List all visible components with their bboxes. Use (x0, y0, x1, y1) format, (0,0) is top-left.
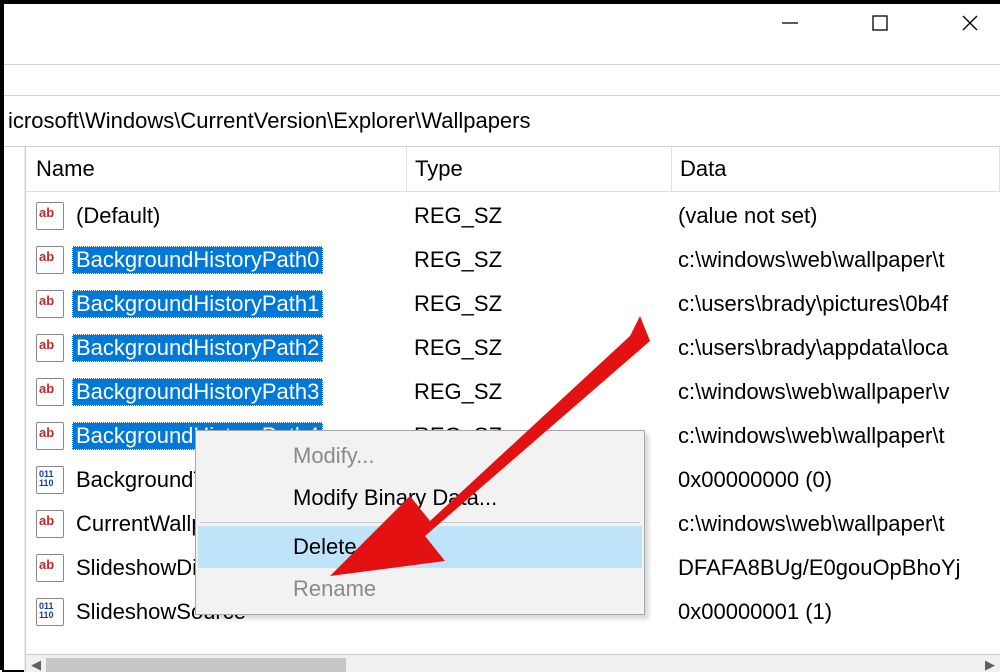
close-icon (961, 14, 979, 32)
value-data: DFAFA8BUg/E0gouOpBhoYj (670, 555, 1000, 581)
binary-value-icon (36, 598, 64, 626)
string-value-icon (36, 554, 64, 582)
value-type: REG_SZ (406, 335, 670, 361)
scroll-track[interactable] (46, 655, 980, 672)
string-value-icon (36, 378, 64, 406)
context-menu-modify-binary[interactable]: Modify Binary Data... (198, 477, 642, 519)
registry-value-row[interactable]: BackgroundHistoryPath1 REG_SZc:\users\bra… (26, 282, 1000, 326)
value-data: c:\users\brady\appdata\loca (670, 335, 1000, 361)
tree-sidebar[interactable] (4, 147, 25, 672)
window-minimize-button[interactable] (760, 4, 820, 42)
value-type: REG_SZ (406, 379, 670, 405)
column-headers: Name Type Data (26, 147, 1000, 192)
context-menu-rename[interactable]: Rename (198, 568, 642, 610)
value-name: BackgroundHistoryPath2 (72, 334, 323, 362)
context-menu-delete[interactable]: Delete (198, 526, 642, 568)
value-type: REG_SZ (406, 247, 670, 273)
value-name: BackgroundHistoryPath0 (72, 246, 323, 274)
context-menu-separator (200, 522, 640, 523)
value-data: c:\windows\web\wallpaper\t (670, 247, 1000, 273)
string-value-icon (36, 246, 64, 274)
window-close-button[interactable] (940, 4, 1000, 42)
scroll-right-button[interactable]: ▶ (980, 655, 1000, 672)
registry-value-row[interactable]: BackgroundHistoryPath0 REG_SZc:\windows\w… (26, 238, 1000, 282)
window-title-bar (4, 4, 1000, 65)
window-maximize-button[interactable] (850, 4, 910, 42)
column-header-type[interactable]: Type (407, 147, 672, 191)
registry-value-row[interactable]: BackgroundHistoryPath2 REG_SZc:\users\bra… (26, 326, 1000, 370)
context-menu-modify[interactable]: Modify... (198, 435, 642, 477)
value-name: BackgroundHistoryPath1 (72, 290, 323, 318)
registry-value-row[interactable]: (Default) REG_SZ(value not set) (26, 194, 1000, 238)
value-data: c:\windows\web\wallpaper\t (670, 423, 1000, 449)
registry-value-row[interactable]: BackgroundHistoryPath3 REG_SZc:\windows\w… (26, 370, 1000, 414)
value-data: (value not set) (670, 203, 1000, 229)
column-header-data[interactable]: Data (672, 147, 1000, 191)
string-value-icon (36, 334, 64, 362)
value-type: REG_SZ (406, 203, 670, 229)
horizontal-scrollbar[interactable]: ◀ ▶ (26, 654, 1000, 672)
value-type: REG_SZ (406, 291, 670, 317)
address-bar-path: icrosoft\Windows\CurrentVersion\Explorer… (8, 108, 531, 134)
address-bar[interactable]: icrosoft\Windows\CurrentVersion\Explorer… (4, 95, 1000, 147)
value-data: 0x00000000 (0) (670, 467, 1000, 493)
string-value-icon (36, 422, 64, 450)
value-name: (Default) (72, 202, 164, 230)
binary-value-icon (36, 466, 64, 494)
menu-bar-area (4, 65, 1000, 95)
column-header-name[interactable]: Name (26, 147, 407, 191)
value-data: 0x00000001 (1) (670, 599, 1000, 625)
value-data: c:\windows\web\wallpaper\v (670, 379, 1000, 405)
string-value-icon (36, 290, 64, 318)
value-data: c:\windows\web\wallpaper\t (670, 511, 1000, 537)
string-value-icon (36, 510, 64, 538)
string-value-icon (36, 202, 64, 230)
maximize-icon (871, 14, 889, 32)
context-menu: Modify... Modify Binary Data... Delete R… (195, 430, 645, 615)
scroll-left-button[interactable]: ◀ (26, 655, 46, 672)
value-name: BackgroundHistoryPath3 (72, 378, 323, 406)
value-data: c:\users\brady\pictures\0b4f (670, 291, 1000, 317)
minimize-icon (781, 14, 799, 32)
